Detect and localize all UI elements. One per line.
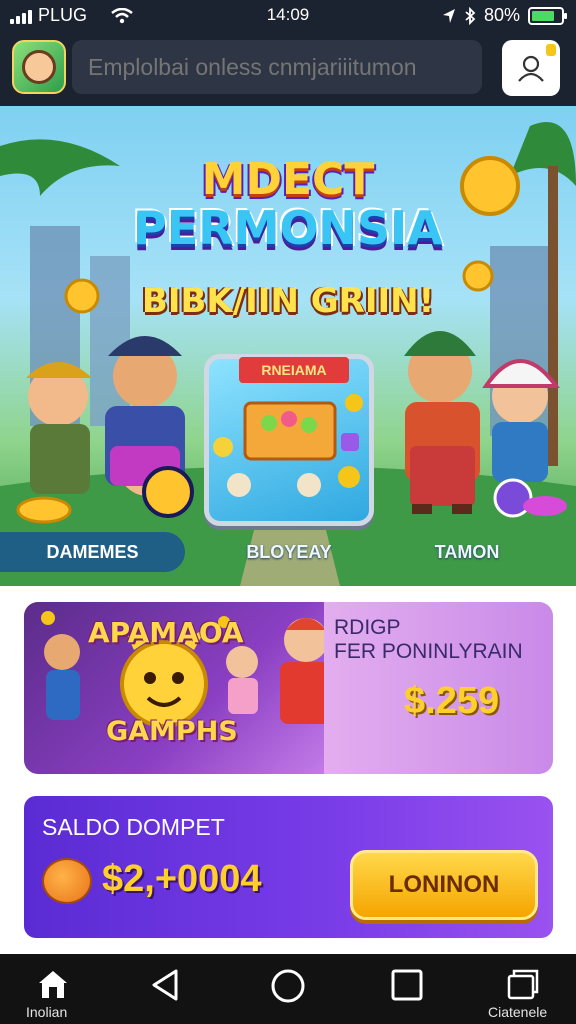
search-input[interactable]	[72, 40, 482, 94]
promo-artwork: APAMAOA GAMPHS	[24, 602, 324, 774]
promo-card[interactable]: APAMAOA GAMPHS RDIGP FER PONINLYRAIN $.2…	[24, 602, 553, 774]
battery-fill	[532, 10, 555, 21]
tab-games[interactable]: DAMEMES	[0, 532, 185, 572]
nav-back[interactable]	[150, 968, 180, 1002]
location-icon	[442, 8, 455, 23]
home-icon	[39, 971, 67, 998]
hero-banner[interactable]: MDECT PERMONSIA BIBK/IIN GRIIN! RNEIAMA …	[0, 106, 576, 586]
tab-play[interactable]: BLOYEAY	[226, 532, 352, 572]
wallet-mascot-icon	[42, 858, 92, 904]
recents-square-icon	[391, 969, 423, 1001]
promo-amount: $.259	[404, 680, 500, 722]
battery-percent: 80%	[483, 5, 520, 25]
hero-title-line2: PERMONSIA	[133, 201, 443, 255]
tab-tamon[interactable]: TAMON	[404, 532, 530, 572]
hero-title-line1: MDECT	[201, 154, 375, 205]
hero-subtitle: BIBK/IIN GRIIN!	[141, 281, 435, 321]
nav-recents[interactable]	[390, 968, 424, 1002]
nav-calendar[interactable]	[506, 968, 540, 1000]
status-bar: PLUG 14:09 80%	[0, 0, 576, 30]
wallet-action-button[interactable]: LONINON	[350, 850, 538, 920]
wallet-balance: $2,+0004	[102, 858, 262, 900]
bottom-navigation: Inolian Ciatenele	[0, 954, 576, 1024]
notification-badge	[546, 44, 556, 56]
promo-heading: RDIGP	[334, 616, 401, 639]
bluetooth-icon	[465, 6, 476, 25]
back-triangle-icon	[152, 969, 178, 1001]
promo-art-subtitle: GAMPHS	[106, 716, 238, 747]
featured-game-card[interactable]: RNEIAMA	[204, 354, 374, 526]
nav-right-label: Ciatenele	[488, 1004, 548, 1020]
status-right: 80%	[442, 5, 567, 26]
profile-button[interactable]	[502, 40, 560, 96]
logo-character-icon	[22, 50, 56, 84]
home-circle-icon	[271, 969, 305, 1003]
puzzle-board-icon	[213, 394, 363, 497]
wallet-label: SALDO DOMPET	[42, 814, 225, 840]
app-logo[interactable]	[12, 40, 66, 94]
user-icon	[518, 55, 544, 82]
stacked-windows-icon	[507, 969, 539, 1000]
nav-home-label: Inolian	[26, 1004, 68, 1020]
app-header	[0, 30, 576, 106]
battery-icon	[528, 6, 567, 25]
wallet-card: SALDO DOMPET $2,+0004 LONINON	[24, 796, 553, 938]
nav-home[interactable]	[36, 968, 70, 1000]
nav-home-circle[interactable]	[270, 968, 306, 1004]
promo-art-title: APAMAOA	[88, 616, 244, 649]
promo-description: FER PONINLYRAIN	[334, 640, 523, 663]
game-card-banner: RNEIAMA	[239, 357, 349, 383]
